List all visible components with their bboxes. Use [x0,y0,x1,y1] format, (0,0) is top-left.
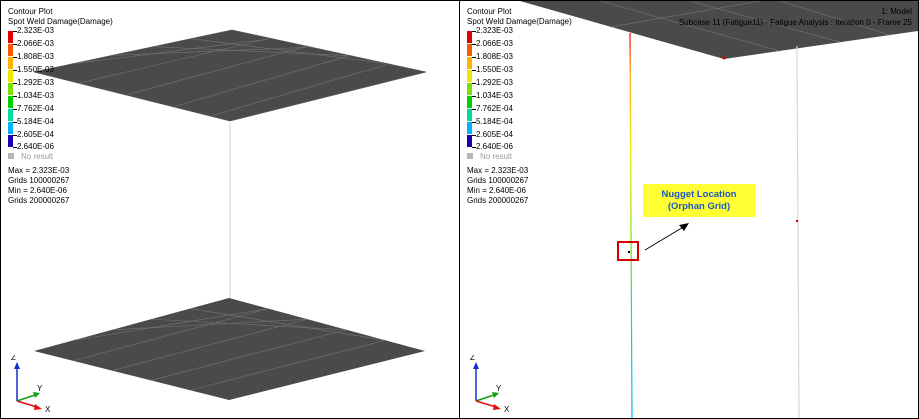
contour-legend: Contour Plot Spot Weld Damage(Damage) 2.… [467,7,572,207]
grid-node[interactable] [795,219,799,223]
legend-level-label: 2.640E-06 [17,141,54,151]
min-grid: Grids 200000267 [467,196,529,206]
legend-level-label: 7.762E-04 [476,103,513,113]
legend-level-label: 1.550E-03 [476,64,513,74]
legend-level-label: 2.323E-03 [17,25,54,35]
callout-arrow-head [679,223,689,231]
legend-level-label: 5.184E-04 [17,116,54,126]
legend-level-label: 7.762E-04 [17,103,54,113]
legend-swatch [467,108,472,121]
legend-level-label: 1.292E-03 [476,77,513,87]
legend-swatch [467,69,472,82]
nugget-highlight-box [617,241,639,261]
no-result-label: No result [21,151,54,161]
max-grid: Grids 100000267 [467,175,529,185]
no-result-swatch [467,152,473,159]
legend-swatch [467,134,472,147]
min-grid: Grids 200000267 [8,196,70,206]
screenshot-frame: Contour Plot Spot Weld Damage(Damage) 2.… [0,0,919,419]
contour-legend: Contour Plot Spot Weld Damage(Damage) 2.… [8,7,113,207]
weld-line-undamaged[interactable] [796,45,800,418]
nugget-callout: Nugget Location (Orphan Grid) [643,184,755,217]
triad-y-label: Y [496,384,502,393]
legend-color-scale: 2.323E-03 2.066E-03 1.808E-03 1.550E-03 … [8,26,88,151]
triad-x-label: X [45,405,51,414]
legend-title: Contour Plot [467,7,512,16]
right-viewport[interactable]: Nugget Location (Orphan Grid) 1: Model S… [460,1,918,418]
legend-stats: Max = 2.323E-03 Grids 100000267 Min = 2.… [467,166,572,207]
min-value: Min = 2.640E-06 [8,186,67,196]
grid-node[interactable] [722,56,726,60]
legend-swatch [8,82,13,95]
legend-level-label: 2.066E-03 [476,38,513,48]
legend-stats: Max = 2.323E-03 Grids 100000267 Min = 2.… [8,166,113,207]
triad-y-label: Y [37,384,43,393]
min-value: Min = 2.640E-06 [467,186,526,196]
legend-swatch [8,69,13,82]
legend-swatch [8,121,13,134]
bottom-plate[interactable] [34,298,425,400]
legend-level-label: 1.292E-03 [17,77,54,87]
legend-color-scale: 2.323E-03 2.066E-03 1.808E-03 1.550E-03 … [467,26,547,151]
callout-line1: Nugget Location [661,188,737,200]
legend-no-result: No result [8,152,113,162]
no-result-label: No result [480,151,513,161]
max-grid: Grids 100000267 [8,175,70,185]
legend-swatch [467,30,472,43]
no-result-swatch [8,152,14,159]
callout-arrow [644,225,686,251]
legend-swatch [467,121,472,134]
legend-swatch [8,134,13,147]
legend-level-label: 2.640E-06 [476,141,513,151]
model-label: 1: Model [881,7,912,16]
legend-swatch [467,43,472,56]
weld-line-damaged[interactable] [629,32,633,418]
axis-triad-icon: Z Y X [11,355,51,414]
max-value: Max = 2.323E-03 [467,165,529,175]
legend-level-label: 2.066E-03 [17,38,54,48]
legend-swatch [8,30,13,43]
legend-level-label: 1.034E-03 [17,90,54,100]
legend-swatch [8,56,13,69]
legend-level-label: 1.808E-03 [17,51,54,61]
legend-title: Contour Plot [8,7,53,16]
triad-z-label: Z [470,355,475,362]
model-info: 1: Model Subcase 11 (Fatigue11) - Fatigu… [679,7,912,28]
callout-line2: (Orphan Grid) [667,200,731,212]
legend-swatch [467,82,472,95]
triad-x-label: X [504,405,510,414]
legend-no-result: No result [467,152,572,162]
left-viewport[interactable]: Contour Plot Spot Weld Damage(Damage) 2.… [1,1,459,418]
triad-z-label: Z [11,355,16,362]
legend-swatch [8,43,13,56]
legend-level-label: 2.323E-03 [476,25,513,35]
legend-level-label: 1.550E-03 [17,64,54,74]
legend-level-label: 5.184E-04 [476,116,513,126]
legend-swatch [8,108,13,121]
legend-swatch [467,56,472,69]
max-value: Max = 2.323E-03 [8,165,70,175]
axis-triad-icon: Z Y X [470,355,510,414]
legend-level-label: 2.605E-04 [476,129,513,139]
legend-level-label: 1.808E-03 [476,51,513,61]
legend-swatch [8,95,13,108]
legend-level-label: 1.034E-03 [476,90,513,100]
legend-level-label: 2.605E-04 [17,129,54,139]
subcase-label: Subcase 11 (Fatigue11) - Fatigue Analysi… [678,17,912,27]
legend-swatch [467,95,472,108]
